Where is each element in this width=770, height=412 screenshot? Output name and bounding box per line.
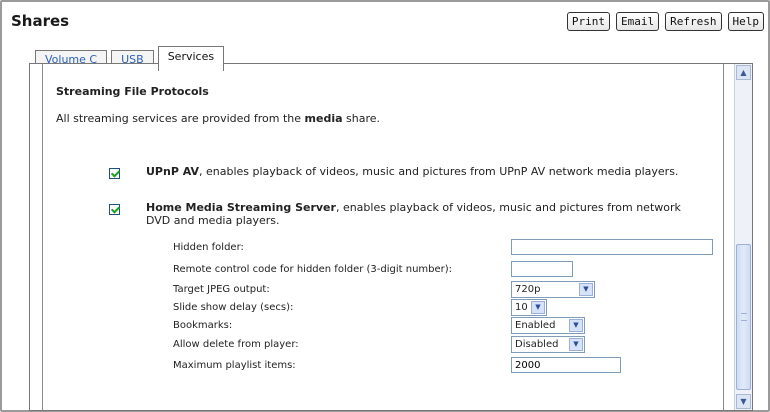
chevron-down-icon: ▼ — [569, 319, 583, 332]
hidden-folder-input[interactable] — [511, 239, 713, 255]
allow-delete-select[interactable]: Disabled ▼ — [511, 336, 585, 353]
upnp-av-name: UPnP AV — [146, 165, 199, 178]
refresh-button[interactable]: Refresh — [665, 12, 722, 31]
scrollbar-thumb[interactable] — [736, 244, 751, 390]
bookmarks-select[interactable]: Enabled ▼ — [511, 317, 585, 334]
intro-text-end: share. — [342, 112, 381, 125]
jpeg-output-select[interactable]: 720p ▼ — [511, 281, 595, 298]
chevron-down-icon: ▼ — [531, 301, 545, 314]
hidden-folder-label: Hidden folder: — [173, 242, 244, 253]
remote-code-input[interactable] — [511, 261, 573, 277]
tab-services[interactable]: Services — [157, 46, 225, 71]
upnp-av-checkbox[interactable] — [109, 168, 120, 179]
max-playlist-label: Maximum playlist items: — [173, 360, 296, 371]
scroll-up-icon[interactable]: ▲ — [736, 65, 751, 80]
vertical-scrollbar[interactable]: ▲ ▼ — [734, 64, 752, 410]
chevron-down-icon: ▼ — [569, 338, 583, 351]
scroll-down-icon[interactable]: ▼ — [736, 394, 751, 409]
services-panel: Streaming File Protocols All streaming s… — [29, 63, 753, 411]
intro-share-name: media — [304, 112, 343, 125]
page-title: Shares — [11, 12, 70, 30]
section-intro: All streaming services are provided from… — [56, 112, 380, 125]
slide-delay-value: 10 — [515, 302, 528, 313]
help-button[interactable]: Help — [727, 12, 764, 31]
shares-window: Shares Print Email Refresh Help Volume C… — [0, 0, 770, 412]
slide-delay-label: Slide show delay (secs): — [173, 302, 294, 313]
chevron-down-icon: ▼ — [579, 283, 593, 296]
hmss-description: Home Media Streaming Server, enables pla… — [146, 201, 686, 227]
slide-delay-select[interactable]: 10 ▼ — [511, 299, 547, 316]
allow-delete-label: Allow delete from player: — [173, 339, 299, 350]
jpeg-output-label: Target JPEG output: — [173, 284, 270, 295]
section-title: Streaming File Protocols — [56, 85, 209, 98]
upnp-av-description: UPnP AV, enables playback of videos, mus… — [146, 165, 686, 178]
jpeg-output-value: 720p — [515, 284, 541, 295]
hmss-checkbox[interactable] — [109, 204, 120, 215]
bookmarks-value: Enabled — [515, 320, 556, 331]
upnp-av-text: , enables playback of videos, music and … — [199, 165, 679, 178]
intro-text-start: All streaming services are provided from… — [56, 112, 305, 125]
streaming-section: Streaming File Protocols All streaming s… — [42, 64, 724, 410]
toolbar: Print Email Refresh Help — [566, 12, 764, 31]
email-button[interactable]: Email — [616, 12, 660, 31]
print-button[interactable]: Print — [566, 12, 611, 31]
allow-delete-value: Disabled — [515, 339, 559, 350]
hmss-name: Home Media Streaming Server — [146, 201, 336, 214]
max-playlist-input[interactable] — [511, 357, 621, 373]
bookmarks-label: Bookmarks: — [173, 320, 233, 331]
grip-icon — [741, 313, 747, 321]
remote-code-label: Remote control code for hidden folder (3… — [173, 264, 453, 275]
